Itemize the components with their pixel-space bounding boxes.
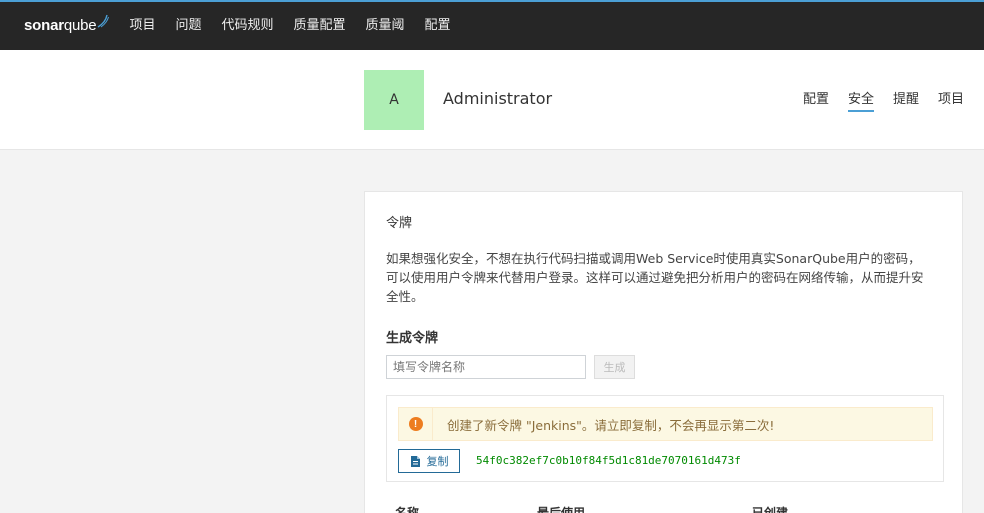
tokens-description: 如果想强化安全，不想在执行代码扫描或调用Web Service时使用真实Sona… — [386, 251, 924, 304]
token-name-input[interactable] — [386, 355, 586, 379]
top-navigation-bar: sonarqube 项目 问题 代码规则 质量配置 质量阈 配置 — [0, 0, 984, 50]
new-token-alert: ! 创建了新令牌 "Jenkins"。请立即复制，不会再显示第二次! — [398, 407, 933, 441]
alert-icon-container: ! — [399, 408, 433, 440]
account-header: A Administrator 配置 安全 提醒 项目 — [0, 50, 984, 150]
sonarqube-logo[interactable]: sonarqube — [24, 14, 110, 36]
copy-button[interactable]: 复制 — [398, 449, 460, 473]
sonar-wave-icon — [98, 14, 110, 28]
generate-token-title: 生成令牌 — [386, 331, 439, 346]
generate-button[interactable]: 生成 — [594, 355, 635, 379]
account-tab-projects[interactable]: 项目 — [938, 88, 964, 112]
nav-administration[interactable]: 配置 — [415, 2, 461, 50]
column-header-name: 名称 — [395, 506, 420, 513]
tokens-table-header: 名称 最后使用 已创建 — [395, 504, 935, 513]
copy-icon — [410, 455, 420, 467]
alert-message: 创建了新令牌 "Jenkins"。请立即复制，不会再显示第二次! — [447, 417, 775, 433]
column-header-created: 已创建 — [752, 506, 789, 513]
nav-issues[interactable]: 问题 — [165, 2, 211, 50]
account-tab-profile[interactable]: 配置 — [803, 88, 829, 112]
logo-text: sonarqube — [24, 17, 97, 34]
tokens-card: 令牌 如果想强化安全，不想在执行代码扫描或调用Web Service时使用真实S… — [364, 191, 963, 513]
main-nav: 项目 问题 代码规则 质量配置 质量阈 配置 — [119, 2, 460, 50]
avatar: A — [364, 70, 424, 130]
tokens-title: 令牌 — [386, 216, 413, 231]
account-tab-security[interactable]: 安全 — [847, 88, 874, 112]
user-name: Administrator — [443, 89, 553, 108]
nav-rules[interactable]: 代码规则 — [211, 2, 283, 50]
token-value: 54f0c382ef7c0b10f84f5d1c81de7070161d473f — [476, 454, 741, 467]
account-tab-notifications[interactable]: 提醒 — [893, 88, 919, 112]
nav-quality-gates[interactable]: 质量阈 — [356, 2, 415, 50]
nav-projects[interactable]: 项目 — [119, 2, 165, 50]
warning-icon: ! — [408, 417, 423, 431]
new-token-box: ! 创建了新令牌 "Jenkins"。请立即复制，不会再显示第二次! 复制 54… — [386, 395, 944, 482]
copy-button-label: 复制 — [426, 455, 449, 468]
nav-quality-profiles[interactable]: 质量配置 — [283, 2, 355, 50]
column-header-last-used: 最后使用 — [537, 506, 586, 513]
account-nav: 配置 安全 提醒 项目 — [784, 88, 964, 112]
